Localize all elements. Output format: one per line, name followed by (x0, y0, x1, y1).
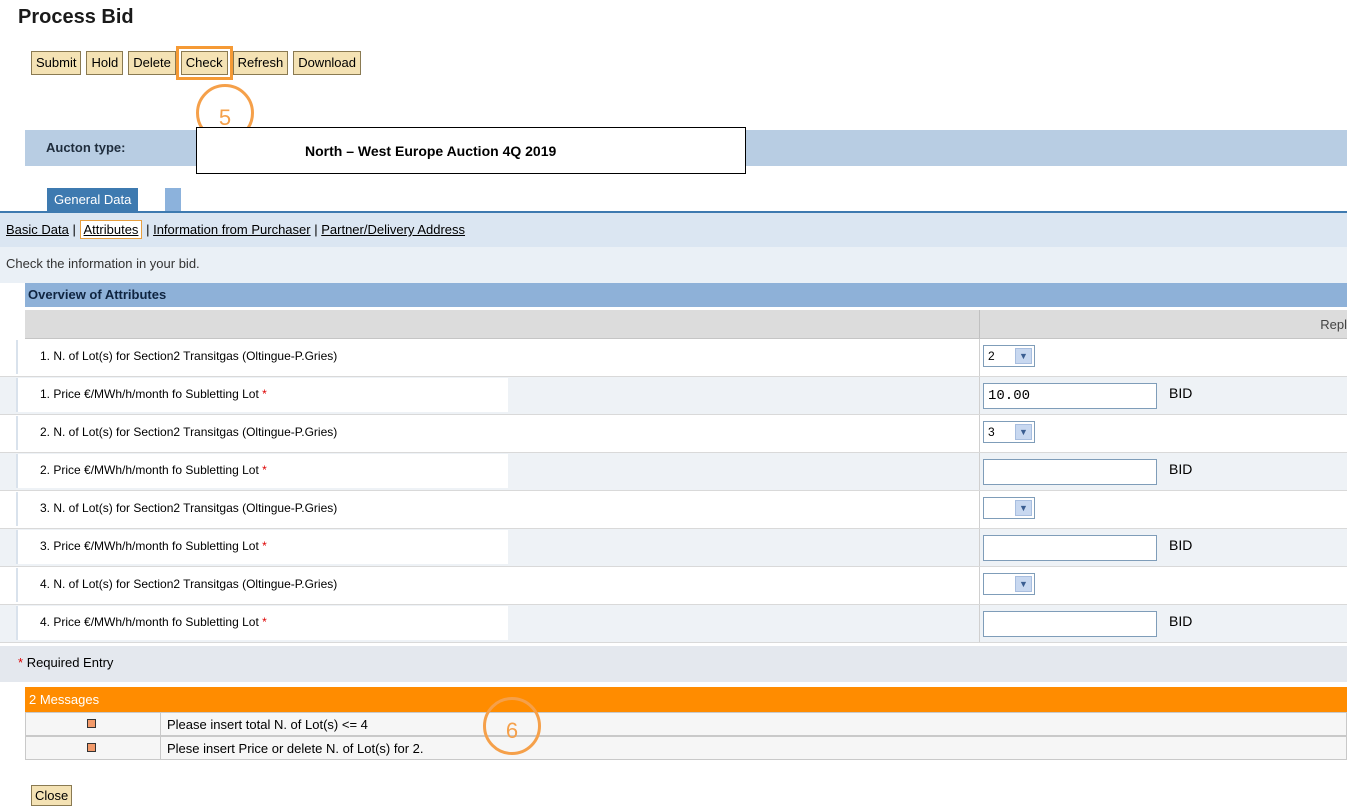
attribute-row-3-price: 3. Price €/MWh/h/month fo Subletting Lot… (0, 529, 1347, 567)
required-entry-note: * Required Entry (18, 655, 113, 670)
tab-stub[interactable] (165, 188, 181, 211)
required-mark: * (18, 655, 24, 670)
overview-column-header: Repl (25, 310, 1347, 339)
lots-select-4[interactable]: ▼ (983, 573, 1035, 595)
hold-button[interactable]: Hold (86, 51, 124, 75)
subnav-separator: | (72, 222, 76, 237)
message-row: Plese insert Price or delete N. of Lot(s… (25, 736, 1347, 760)
message-icon-cell (26, 737, 161, 759)
row-label: 2. Price €/MWh/h/month fo Subletting Lot… (40, 463, 267, 477)
attribute-row-4-price: 4. Price €/MWh/h/month fo Subletting Lot… (0, 605, 1347, 643)
select-value: 2 (988, 349, 995, 363)
attribute-row-1-price: 1. Price €/MWh/h/month fo Subletting Lot… (0, 377, 1347, 415)
check-info-band (0, 247, 1347, 283)
column-label-repl: Repl (1320, 317, 1347, 332)
auction-type-label: Aucton type: (46, 140, 126, 155)
bid-label: BID (1169, 613, 1193, 629)
message-text: Please insert total N. of Lot(s) <= 4 (167, 717, 368, 732)
row-divider (979, 415, 980, 452)
price-input-4[interactable] (983, 611, 1157, 637)
overview-header: Overview of Attributes (25, 283, 1347, 307)
required-mark: * (262, 463, 267, 477)
chevron-down-icon[interactable]: ▼ (1015, 576, 1032, 592)
check-button[interactable]: Check (175, 46, 233, 80)
bid-label: BID (1169, 537, 1193, 553)
row-divider (979, 567, 980, 604)
row-label: 3. Price €/MWh/h/month fo Subletting Lot… (40, 539, 267, 553)
row-label: 4. N. of Lot(s) for Section2 Transitgas … (40, 577, 338, 591)
error-icon (87, 719, 96, 728)
row-label-text: 1. Price €/MWh/h/month fo Subletting Lot (40, 387, 259, 401)
message-row: Please insert total N. of Lot(s) <= 4 (25, 712, 1347, 736)
chevron-down-icon[interactable]: ▼ (1015, 500, 1032, 516)
subnav-separator: | (146, 222, 150, 237)
attribute-row-2-price: 2. Price €/MWh/h/month fo Subletting Lot… (0, 453, 1347, 491)
lots-select-2[interactable]: 3 ▼ (983, 421, 1035, 443)
row-divider (979, 491, 980, 528)
bid-label: BID (1169, 385, 1193, 401)
toolbar: Submit Hold Delete Check Refresh Downloa… (31, 46, 362, 80)
tab-general-data[interactable]: General Data (47, 188, 139, 211)
required-mark: * (262, 615, 267, 629)
select-value: 3 (988, 425, 995, 439)
row-divider (979, 529, 980, 566)
lots-select-3[interactable]: ▼ (983, 497, 1035, 519)
required-mark: * (262, 539, 267, 553)
row-label-text: 4. Price €/MWh/h/month fo Subletting Lot (40, 615, 259, 629)
download-button[interactable]: Download (293, 51, 362, 75)
attribute-row-4-lots: 4. N. of Lot(s) for Section2 Transitgas … (0, 567, 1347, 605)
row-divider (979, 339, 980, 376)
row-divider (979, 377, 980, 414)
subnav-attributes[interactable]: Attributes (79, 220, 143, 239)
close-button[interactable]: Close (31, 785, 73, 806)
row-divider (979, 605, 980, 642)
row-label: 2. N. of Lot(s) for Section2 Transitgas … (40, 425, 338, 439)
price-input-3[interactable] (983, 535, 1157, 561)
attribute-rows: 1. N. of Lot(s) for Section2 Transitgas … (0, 339, 1347, 643)
page-title: Process Bid (18, 6, 134, 28)
row-label: 3. N. of Lot(s) for Section2 Transitgas … (40, 501, 338, 515)
check-info-text: Check the information in your bid. (6, 256, 200, 271)
row-label: 1. N. of Lot(s) for Section2 Transitgas … (40, 349, 338, 363)
subnav: Basic Data | Attributes | Information fr… (6, 220, 465, 239)
row-label-text: 2. Price €/MWh/h/month fo Subletting Lot (40, 463, 259, 477)
subnav-separator: | (314, 222, 318, 237)
subnav-information-from-purchaser[interactable]: Information from Purchaser (153, 222, 311, 237)
price-input-2[interactable] (983, 459, 1157, 485)
lots-select-1[interactable]: 2 ▼ (983, 345, 1035, 367)
row-label: 1. Price €/MWh/h/month fo Subletting Lot… (40, 387, 267, 401)
message-text: Plese insert Price or delete N. of Lot(s… (167, 741, 424, 756)
required-entry-text: Required Entry (26, 655, 114, 670)
price-input-1[interactable] (983, 383, 1157, 409)
required-entry-band (0, 646, 1347, 682)
error-icon (87, 743, 96, 752)
row-divider (979, 453, 980, 490)
bid-label: BID (1169, 461, 1193, 477)
column-divider (979, 310, 980, 338)
refresh-button[interactable]: Refresh (232, 51, 289, 75)
delete-button[interactable]: Delete (128, 51, 176, 75)
row-label: 4. Price €/MWh/h/month fo Subletting Lot… (40, 615, 267, 629)
subnav-partner-delivery-address[interactable]: Partner/Delivery Address (321, 222, 465, 237)
chevron-down-icon[interactable]: ▼ (1015, 348, 1032, 364)
attribute-row-1-lots: 1. N. of Lot(s) for Section2 Transitgas … (0, 339, 1347, 377)
auction-type-value: North – West Europe Auction 4Q 2019 (196, 127, 746, 174)
auction-type-text: North – West Europe Auction 4Q 2019 (305, 142, 557, 159)
attribute-row-3-lots: 3. N. of Lot(s) for Section2 Transitgas … (0, 491, 1347, 529)
message-icon-cell (26, 713, 161, 735)
required-mark: * (262, 387, 267, 401)
row-label-text: 3. Price €/MWh/h/month fo Subletting Lot (40, 539, 259, 553)
chevron-down-icon[interactable]: ▼ (1015, 424, 1032, 440)
submit-button[interactable]: Submit (31, 51, 82, 75)
subnav-basic-data[interactable]: Basic Data (6, 222, 69, 237)
messages-header: 2 Messages (25, 687, 1347, 712)
step-6-callout: 6 (483, 697, 541, 755)
attribute-row-2-lots: 2. N. of Lot(s) for Section2 Transitgas … (0, 415, 1347, 453)
